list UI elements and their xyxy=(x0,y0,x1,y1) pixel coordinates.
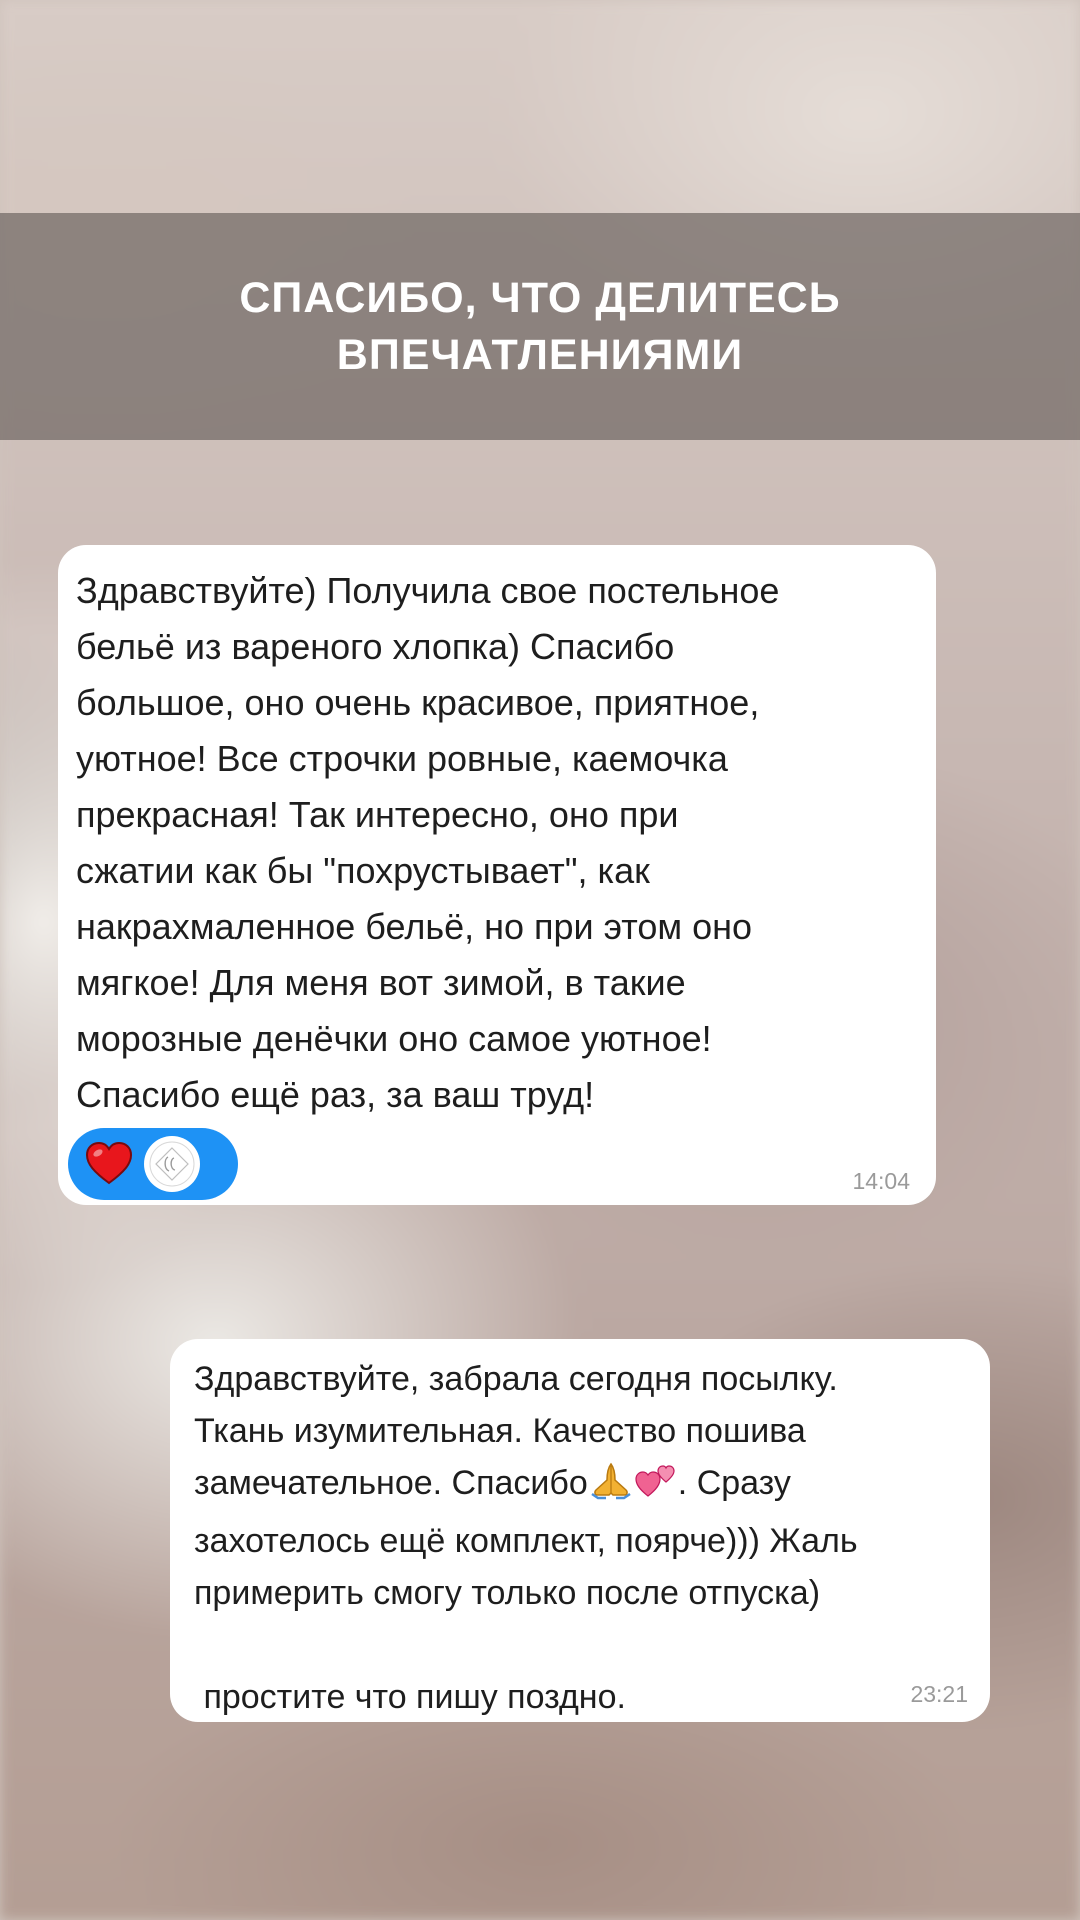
title-line-2: ВПЕЧАТЛЕНИЯМИ xyxy=(336,330,744,379)
folded-hands-icon xyxy=(588,1460,634,1515)
message-text: Здравствуйте, забрала сегодня посылку. Т… xyxy=(194,1353,970,1723)
message-bubble-incoming[interactable]: Здравствуйте, забрала сегодня посылку. Т… xyxy=(170,1339,990,1722)
title-line-1: СПАСИБО, ЧТО ДЕЛИТЕСЬ xyxy=(239,273,841,322)
heart-icon xyxy=(85,1141,133,1185)
message-timestamp: 23:21 xyxy=(910,1681,968,1707)
reaction-badge[interactable] xyxy=(68,1128,238,1200)
message-text: Здравствуйте) Получила свое постельное б… xyxy=(76,570,780,1115)
message-timestamp: 14:04 xyxy=(852,1168,910,1194)
avatar xyxy=(144,1136,200,1192)
two-hearts-icon xyxy=(634,1460,678,1515)
message-bubble-incoming[interactable]: Здравствуйте) Получила свое постельное б… xyxy=(58,545,936,1205)
page-title: СПАСИБО, ЧТО ДЕЛИТЕСЬ ВПЕЧАТЛЕНИЯМИ xyxy=(239,270,840,384)
title-banner: СПАСИБО, ЧТО ДЕЛИТЕСЬ ВПЕЧАТЛЕНИЯМИ xyxy=(0,213,1080,440)
brand-logo-icon xyxy=(149,1141,195,1187)
